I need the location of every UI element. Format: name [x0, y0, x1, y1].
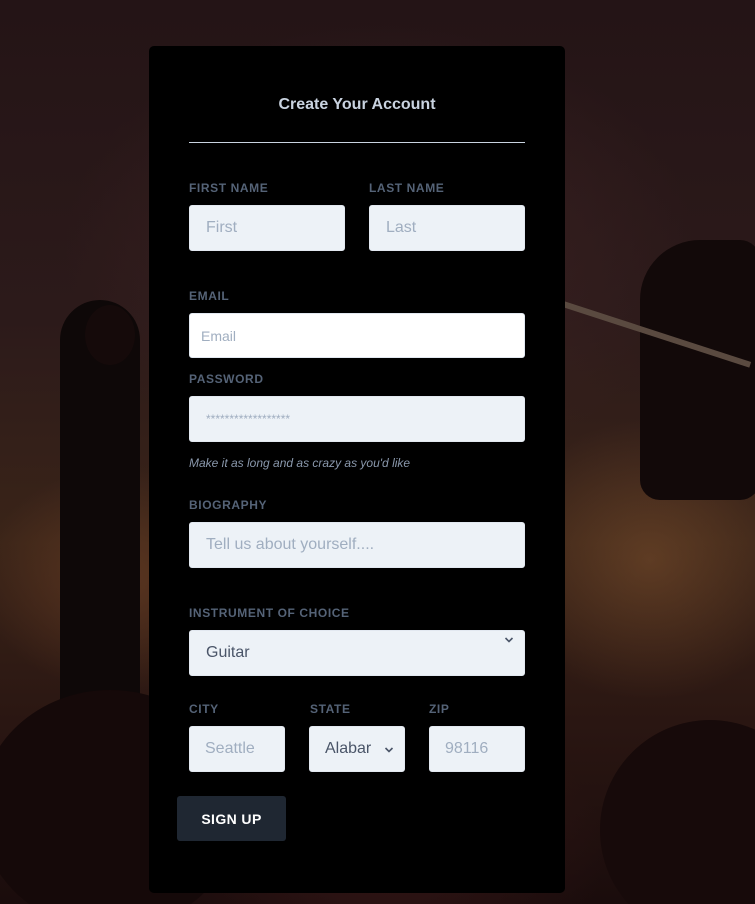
- password-hint: Make it as long and as crazy as you'd li…: [189, 456, 411, 470]
- crowd-right: [600, 720, 755, 904]
- last-name-label: Last Name: [369, 181, 445, 195]
- bassist-silhouette: [640, 240, 755, 500]
- state-select[interactable]: Alabar: [309, 726, 405, 772]
- zip-input[interactable]: [429, 726, 525, 772]
- password-input[interactable]: [189, 396, 525, 442]
- chevron-down-icon: [384, 747, 394, 753]
- form-title: Create Your Account: [278, 96, 436, 113]
- last-name-input[interactable]: [369, 205, 525, 251]
- state-value: Alabar: [325, 740, 372, 757]
- first-name-input[interactable]: [189, 205, 345, 251]
- sign-up-button[interactable]: Sign Up: [177, 796, 286, 841]
- instrument-value: Guitar: [206, 644, 250, 661]
- guitarist-silhouette: [60, 300, 140, 720]
- state-label: State: [310, 702, 351, 716]
- instrument-label: Instrument of Choice: [189, 606, 350, 620]
- instrument-select[interactable]: Guitar: [189, 630, 525, 676]
- guitarist-head: [85, 305, 135, 365]
- email-label: Email: [189, 289, 230, 303]
- email-input[interactable]: [189, 313, 525, 358]
- biography-label: Biography: [189, 498, 268, 512]
- signup-card: Create Your Account First Name Last Name…: [149, 46, 565, 893]
- chevron-down-icon: [504, 637, 514, 643]
- title-divider: [189, 142, 525, 143]
- password-label: Password: [189, 372, 264, 386]
- biography-input[interactable]: [189, 522, 525, 568]
- first-name-label: First Name: [189, 181, 269, 195]
- zip-label: Zip: [429, 702, 450, 716]
- city-label: City: [189, 702, 219, 716]
- city-input[interactable]: [189, 726, 285, 772]
